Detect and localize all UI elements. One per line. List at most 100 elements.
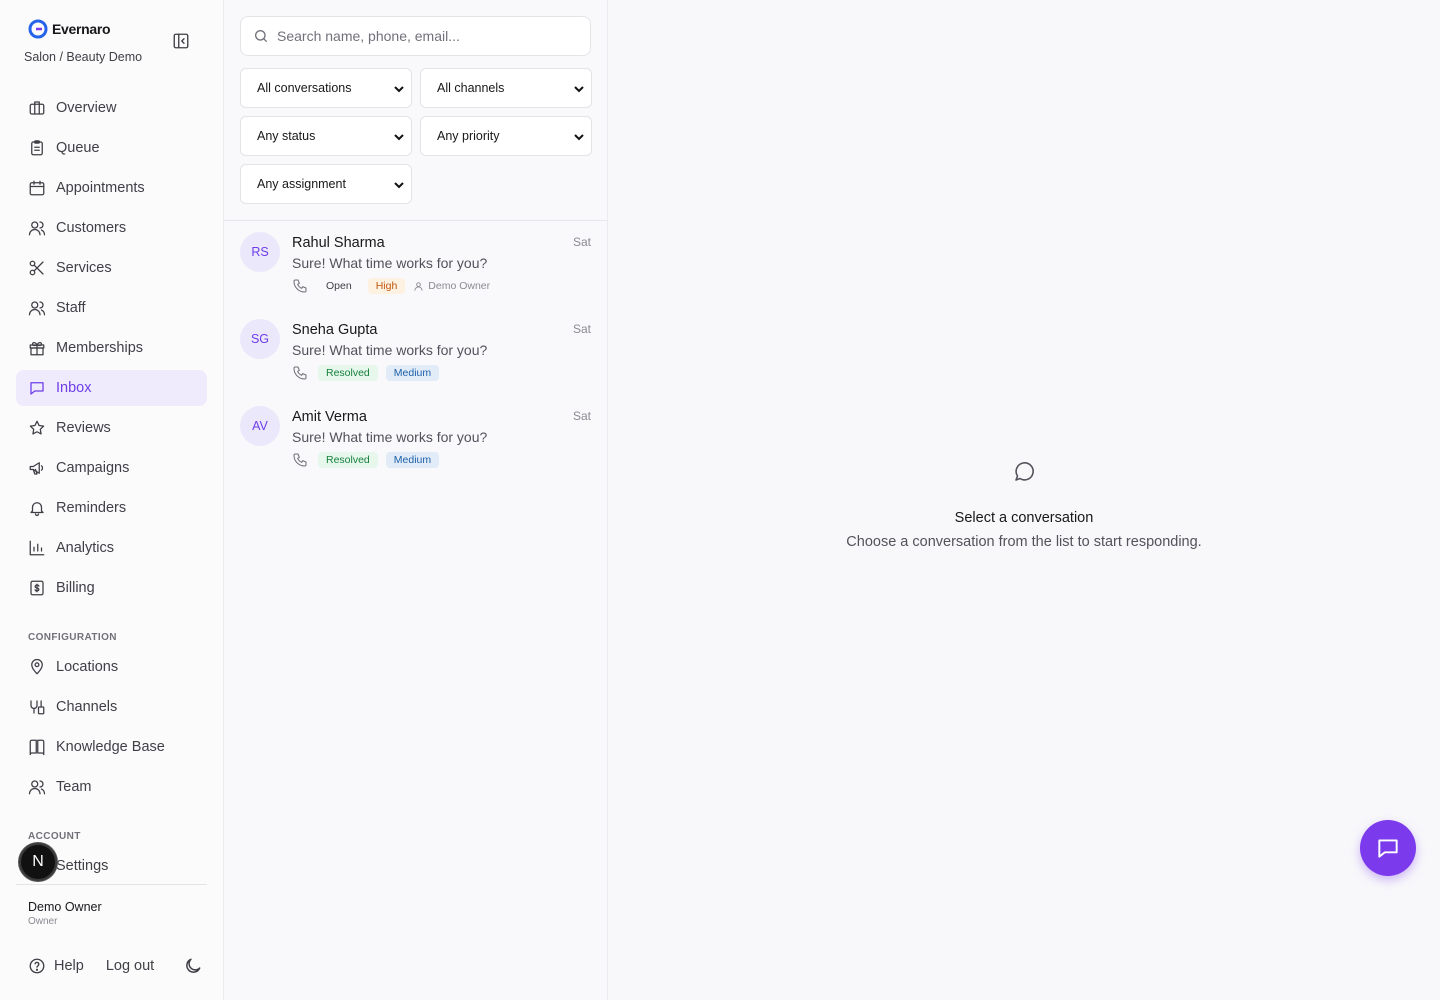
priority-filter-select[interactable]: Any priority: [420, 116, 592, 156]
search-box[interactable]: [240, 16, 591, 56]
conversation-preview: Sure! What time works for you?: [292, 429, 488, 445]
sidebar-item-billing[interactable]: Billing: [16, 570, 207, 606]
sidebar-item-label: Channels: [56, 699, 118, 715]
config-section-label: CONFIGURATION: [28, 632, 117, 643]
search-input[interactable]: [277, 28, 577, 44]
conversation-name: Amit Verma: [292, 409, 367, 425]
sidebar-item-label: Customers: [56, 220, 127, 236]
status-filter-select[interactable]: Any status: [240, 116, 412, 156]
conversation-meta: Resolved Medium: [292, 451, 447, 469]
message-square-icon: [30, 382, 44, 395]
sidebar-item-services[interactable]: Services: [16, 250, 207, 286]
sidebar-divider: [16, 884, 207, 885]
sidebar-item-label: Analytics: [56, 540, 115, 556]
sidebar-item-overview[interactable]: Overview: [16, 90, 207, 126]
calendar-icon: [29, 180, 45, 196]
conversation-time: Sat: [572, 322, 591, 336]
chevron-down-icon: [394, 134, 404, 141]
conversation-list-panel: All conversations All channels Any statu…: [224, 0, 608, 1000]
sidebar-item-inbox[interactable]: Inbox: [16, 370, 207, 406]
receipt-icon: [30, 580, 44, 596]
status-filter-value: Any status: [257, 129, 316, 143]
logout-link[interactable]: Log out: [106, 958, 154, 974]
channels-filter-select[interactable]: All channels: [420, 68, 592, 108]
conversation-name: Rahul Sharma: [292, 235, 385, 251]
chat-fab-button[interactable]: [1360, 820, 1416, 876]
sidebar-item-analytics[interactable]: Analytics: [16, 530, 207, 566]
chevron-down-icon: [574, 134, 584, 141]
help-circle-icon: [29, 958, 45, 974]
collapse-sidebar-button[interactable]: [170, 30, 192, 52]
message-circle-icon: [1015, 462, 1034, 481]
user-name: Demo Owner: [28, 900, 102, 914]
help-link[interactable]: Help: [28, 957, 84, 975]
sidebar-item-label: Overview: [56, 100, 117, 116]
sidebar-item-reminders[interactable]: Reminders: [16, 490, 207, 526]
brand[interactable]: Evernaro: [28, 19, 111, 39]
phone-icon: [293, 366, 307, 380]
user-avatar[interactable]: N: [19, 843, 57, 881]
message-square-icon: [1378, 839, 1398, 858]
sidebar-item-label: Campaigns: [56, 460, 130, 476]
sidebar-item-campaigns[interactable]: Campaigns: [16, 450, 207, 486]
sidebar-item-label: Reviews: [56, 420, 111, 436]
conversation-avatar: RS: [240, 232, 280, 272]
sidebar-item-locations[interactable]: Locations: [16, 649, 207, 685]
sidebar-item-queue[interactable]: Queue: [16, 130, 207, 166]
account-section-label: ACCOUNT: [28, 831, 81, 842]
sidebar-item-label: Billing: [56, 580, 95, 596]
user-icon: [414, 281, 423, 291]
phone-icon: [293, 279, 307, 293]
conversation-item[interactable]: RS Rahul Sharma Sat Sure! What time work…: [224, 220, 607, 307]
sidebar-item-memberships[interactable]: Memberships: [16, 330, 207, 366]
sidebar-item-knowledge-base[interactable]: Knowledge Base: [16, 729, 207, 765]
bell-icon: [30, 502, 44, 517]
priority-badge: Medium: [385, 452, 440, 468]
sidebar-item-staff[interactable]: Staff: [16, 290, 207, 326]
main-nav: Overview Queue Appointments Customers Servic…: [16, 90, 207, 610]
chevron-down-icon: [394, 86, 404, 93]
sidebar-item-customers[interactable]: Customers: [16, 210, 207, 246]
users-icon: [28, 301, 46, 316]
sidebar-item-label: Locations: [56, 659, 119, 675]
brand-name: Evernaro: [52, 21, 111, 37]
briefcase-icon: [29, 101, 45, 115]
conversation-preview: Sure! What time works for you?: [292, 342, 488, 358]
sidebar-item-appointments[interactable]: Appointments: [16, 170, 207, 206]
logout-label: Log out: [105, 958, 155, 974]
priority-badge: High: [367, 278, 406, 294]
assignee: Demo Owner: [413, 280, 490, 292]
conversation-time: Sat: [572, 235, 591, 249]
sidebar-item-label: Services: [56, 260, 112, 276]
sidebar-item-label: Inbox: [56, 380, 92, 396]
conversation-item[interactable]: SG Sneha Gupta Sat Sure! What time works…: [224, 307, 607, 394]
conversation-avatar: SG: [240, 319, 280, 359]
bar-chart-icon: [29, 540, 45, 556]
scissors-icon: [29, 260, 44, 276]
sidebar-item-reviews[interactable]: Reviews: [16, 410, 207, 446]
sidebar-item-channels[interactable]: Channels: [16, 689, 207, 725]
users-icon: [28, 221, 46, 236]
priority-filter-value: Any priority: [437, 129, 500, 143]
status-badge: Open: [326, 280, 352, 292]
assignment-filter-select[interactable]: Any assignment: [240, 164, 412, 204]
empty-state-title: Select a conversation: [954, 510, 1094, 526]
chevron-down-icon: [574, 86, 584, 93]
sidebar-item-label: Memberships: [56, 340, 144, 356]
conversation-item[interactable]: AV Amit Verma Sat Sure! What time works …: [224, 394, 607, 481]
conversations-filter-value: All conversations: [257, 81, 352, 95]
conversations-filter-select[interactable]: All conversations: [240, 68, 412, 108]
sidebar-item-label: Knowledge Base: [56, 739, 165, 755]
sidebar-item-label: Team: [56, 779, 92, 795]
assignee-name: Demo Owner: [428, 280, 491, 292]
star-icon: [29, 420, 45, 435]
chevron-down-icon: [394, 182, 404, 189]
user-role: Owner: [28, 916, 58, 927]
org-name: Salon / Beauty Demo: [24, 50, 143, 64]
moon-icon[interactable]: [183, 956, 203, 976]
map-pin-icon: [31, 658, 43, 675]
help-label: Help: [54, 958, 84, 974]
user-info[interactable]: Demo Owner Owner: [28, 900, 102, 927]
sidebar-item-team[interactable]: Team: [16, 769, 207, 805]
conversation-name: Sneha Gupta: [292, 322, 378, 338]
